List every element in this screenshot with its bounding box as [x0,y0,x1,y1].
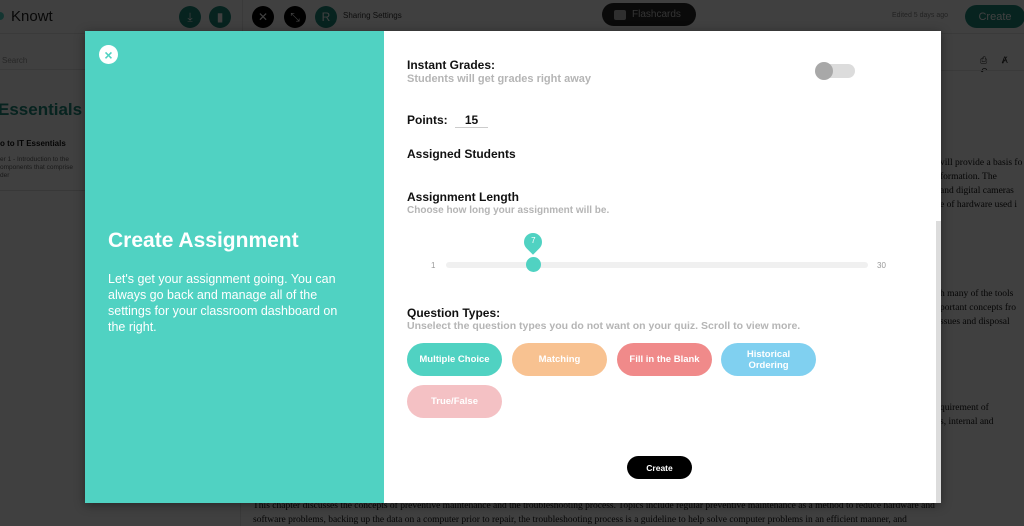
instant-grades-sublabel: Students will get grades right away [407,73,591,85]
slider-min-label: 1 [431,261,436,270]
modal-info-panel: × Create Assignment Let's get your assig… [85,31,384,503]
close-modal-button[interactable]: × [99,45,118,64]
close-icon: × [104,46,113,63]
question-type-multiple-choice[interactable]: Multiple Choice [407,343,502,376]
toggle-knob [815,62,833,80]
create-assignment-modal: × Create Assignment Let's get your assig… [85,31,941,503]
question-type-fill-in-the-blank[interactable]: Fill in the Blank [617,343,712,376]
modal-scrollbar[interactable] [936,221,941,503]
question-type-true-false[interactable]: True/False [407,385,502,418]
question-types-label: Question Types: [407,306,501,320]
instant-grades-label: Instant Grades: [407,58,496,72]
modal-settings-panel: Instant Grades: Students will get grades… [384,31,941,503]
assignment-length-sublabel: Choose how long your assignment will be. [407,205,610,216]
modal-heading: Create Assignment [108,229,299,252]
assignment-length-label: Assignment Length [407,190,520,204]
instant-grades-toggle[interactable] [815,62,855,80]
slider-max-label: 30 [877,261,886,270]
assignment-length-slider-thumb[interactable] [526,257,542,272]
slider-value-label: 7 [531,236,536,245]
assigned-students-label[interactable]: Assigned Students [407,147,516,161]
question-type-matching[interactable]: Matching [512,343,607,376]
create-assignment-button[interactable]: Create [627,456,692,479]
points-input[interactable] [455,113,488,128]
assignment-length-slider-track[interactable] [446,262,868,268]
question-types-sublabel: Unselect the question types you do not w… [407,320,801,332]
question-type-historical-ordering[interactable]: Historical Ordering [721,343,816,376]
points-label: Points: [407,113,448,127]
modal-description: Let's get your assignment going. You can… [108,272,338,334]
